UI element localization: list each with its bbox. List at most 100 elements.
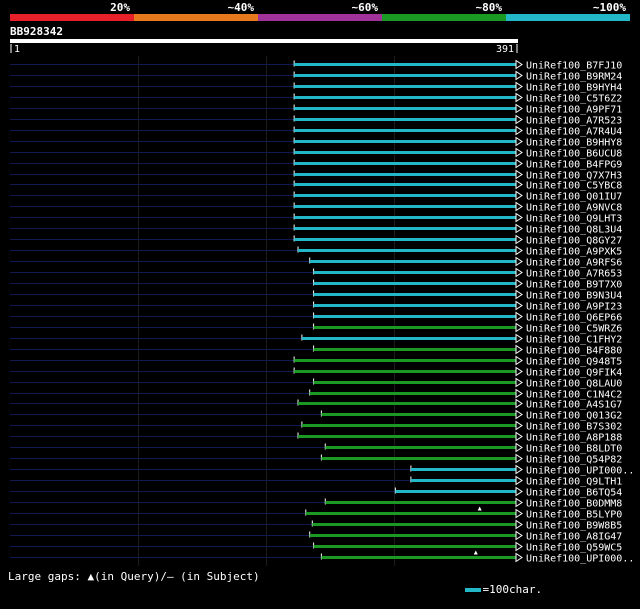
- hit-label: UniRef100_Q01IU7: [526, 192, 622, 203]
- hit-label: UniRef100_B9N3U4: [526, 291, 622, 302]
- hit-label: UniRef100_A8IG47: [526, 532, 622, 543]
- hit-bar: [298, 249, 516, 252]
- hit-label: UniRef100_Q9LTH1: [526, 477, 622, 488]
- hit-label: UniRef100_Q59WC5: [526, 543, 622, 554]
- hit-end-arrow: [515, 431, 523, 442]
- hit-label: UniRef100_B9HHY8: [526, 138, 622, 149]
- hit-label: UniRef100_B9T7X0: [526, 280, 622, 291]
- hit-end-arrow: [515, 486, 523, 497]
- hit-label: UniRef100_Q54P82: [526, 455, 622, 466]
- hit-end-arrow: [515, 464, 523, 475]
- query-bar: [10, 39, 518, 43]
- footer-scale-legend: =100char.: [438, 570, 542, 609]
- hit-bar: [294, 129, 516, 132]
- hit-label: UniRef100_Q9LHT3: [526, 214, 622, 225]
- hit-label: UniRef100_B0DMM8: [526, 499, 622, 510]
- hit-end-arrow: [515, 300, 523, 311]
- hit-bar: [313, 293, 516, 296]
- hit-bar: [395, 490, 516, 493]
- legend-label: ~60%: [352, 1, 379, 14]
- hit-end-arrow: [515, 114, 523, 125]
- hit-label: UniRef100_Q8GY27: [526, 236, 622, 247]
- hit-bar: [294, 227, 516, 230]
- hit-bar: [301, 424, 516, 427]
- hit-label: UniRef100_A9PF71: [526, 105, 622, 116]
- hit-end-arrow: [515, 366, 523, 377]
- hit-end-arrow: [515, 70, 523, 81]
- legend-label: ~100%: [593, 1, 626, 14]
- hit-bar: [294, 74, 516, 77]
- hit-bar: [294, 238, 516, 241]
- hit-label: UniRef100_C5YBC8: [526, 181, 622, 192]
- hit-label: UniRef100_B6UCU8: [526, 149, 622, 160]
- hit-bar: [309, 392, 516, 395]
- hit-bar: [294, 63, 516, 66]
- hit-bar: [294, 118, 516, 121]
- hit-label: UniRef100_A9PXK5: [526, 247, 622, 258]
- hit-end-arrow: [515, 223, 523, 234]
- hit-label: UniRef100_B7FJ10: [526, 61, 622, 72]
- hit-end-arrow: [515, 245, 523, 256]
- hit-label: UniRef100_B9RM24: [526, 72, 622, 83]
- hit-end-arrow: [515, 552, 523, 563]
- hit-bar: [313, 545, 516, 548]
- axis-start-label: 1: [14, 44, 20, 55]
- hit-bar: [294, 96, 516, 99]
- footer-gap-legend: Large gaps: ▲(in Query)/– (in Subject): [8, 570, 260, 583]
- scale-bar-icon: [464, 588, 481, 592]
- hit-end-arrow: [515, 311, 523, 322]
- legend-label: ~40%: [228, 1, 255, 14]
- hit-bar: [410, 468, 516, 471]
- hit-end-arrow: [515, 289, 523, 300]
- hit-bar: [294, 173, 516, 176]
- hit-label: UniRef100_A9NVC8: [526, 203, 622, 214]
- hit-end-arrow: [515, 278, 523, 289]
- hit-label: UniRef100_A8P188: [526, 433, 622, 444]
- hit-end-arrow: [515, 59, 523, 70]
- hit-label: UniRef100_A7R4U4: [526, 127, 622, 138]
- hit-bar: [294, 162, 516, 165]
- hit-end-arrow: [515, 377, 523, 388]
- hit-bar: [313, 315, 516, 318]
- hit-bar: [298, 402, 516, 405]
- hit-end-arrow: [515, 125, 523, 136]
- hit-end-arrow: [515, 136, 523, 147]
- hit-bar: [294, 370, 516, 373]
- hit-label: UniRef100_B4FPG9: [526, 160, 622, 171]
- hit-label: UniRef100_A7R653: [526, 269, 622, 280]
- hit-label: UniRef100_B9W8B5: [526, 521, 622, 532]
- hit-end-arrow: [515, 344, 523, 355]
- hit-end-arrow: [515, 355, 523, 366]
- hit-label: UniRef100_C5T6Z2: [526, 94, 622, 105]
- hit-bar: [313, 348, 516, 351]
- gap-marker-icon: [477, 506, 482, 511]
- hit-label: UniRef100_A9RFS6: [526, 258, 622, 269]
- hit-end-arrow: [515, 234, 523, 245]
- hit-bar: [325, 501, 516, 504]
- hit-label: UniRef100_B8LDT0: [526, 444, 622, 455]
- hit-end-arrow: [515, 267, 523, 278]
- hit-bar: [309, 260, 516, 263]
- hit-bar: [298, 435, 516, 438]
- hit-bar: [294, 107, 516, 110]
- hit-end-arrow: [515, 103, 523, 114]
- hit-label: UniRef100_Q9FIK4: [526, 368, 622, 379]
- legend-color-segment: [258, 14, 382, 21]
- hit-label: UniRef100_A9PI23: [526, 302, 622, 313]
- hit-label: UniRef100_Q6EP66: [526, 313, 622, 324]
- hit-end-arrow: [515, 179, 523, 190]
- hit-end-arrow: [515, 453, 523, 464]
- hit-bar: [321, 413, 516, 416]
- hit-label: UniRef100_Q013G2: [526, 411, 622, 422]
- legend-label: ~80%: [476, 1, 503, 14]
- hit-label: UniRef100_A7R523: [526, 116, 622, 127]
- hit-label: UniRef100_B6TQ54: [526, 488, 622, 499]
- hit-end-arrow: [515, 409, 523, 420]
- hit-label: UniRef100_B7S302: [526, 422, 622, 433]
- alignment-chart: 20% ~40% ~60% ~80% ~100% BB928342 1 391 UniRef10…: [10, 1, 634, 566]
- hit-end-arrow: [515, 541, 523, 552]
- hit-end-arrow: [515, 497, 523, 508]
- hit-bar: [313, 271, 516, 274]
- hit-bar: [294, 151, 516, 154]
- hit-bar: [312, 523, 516, 526]
